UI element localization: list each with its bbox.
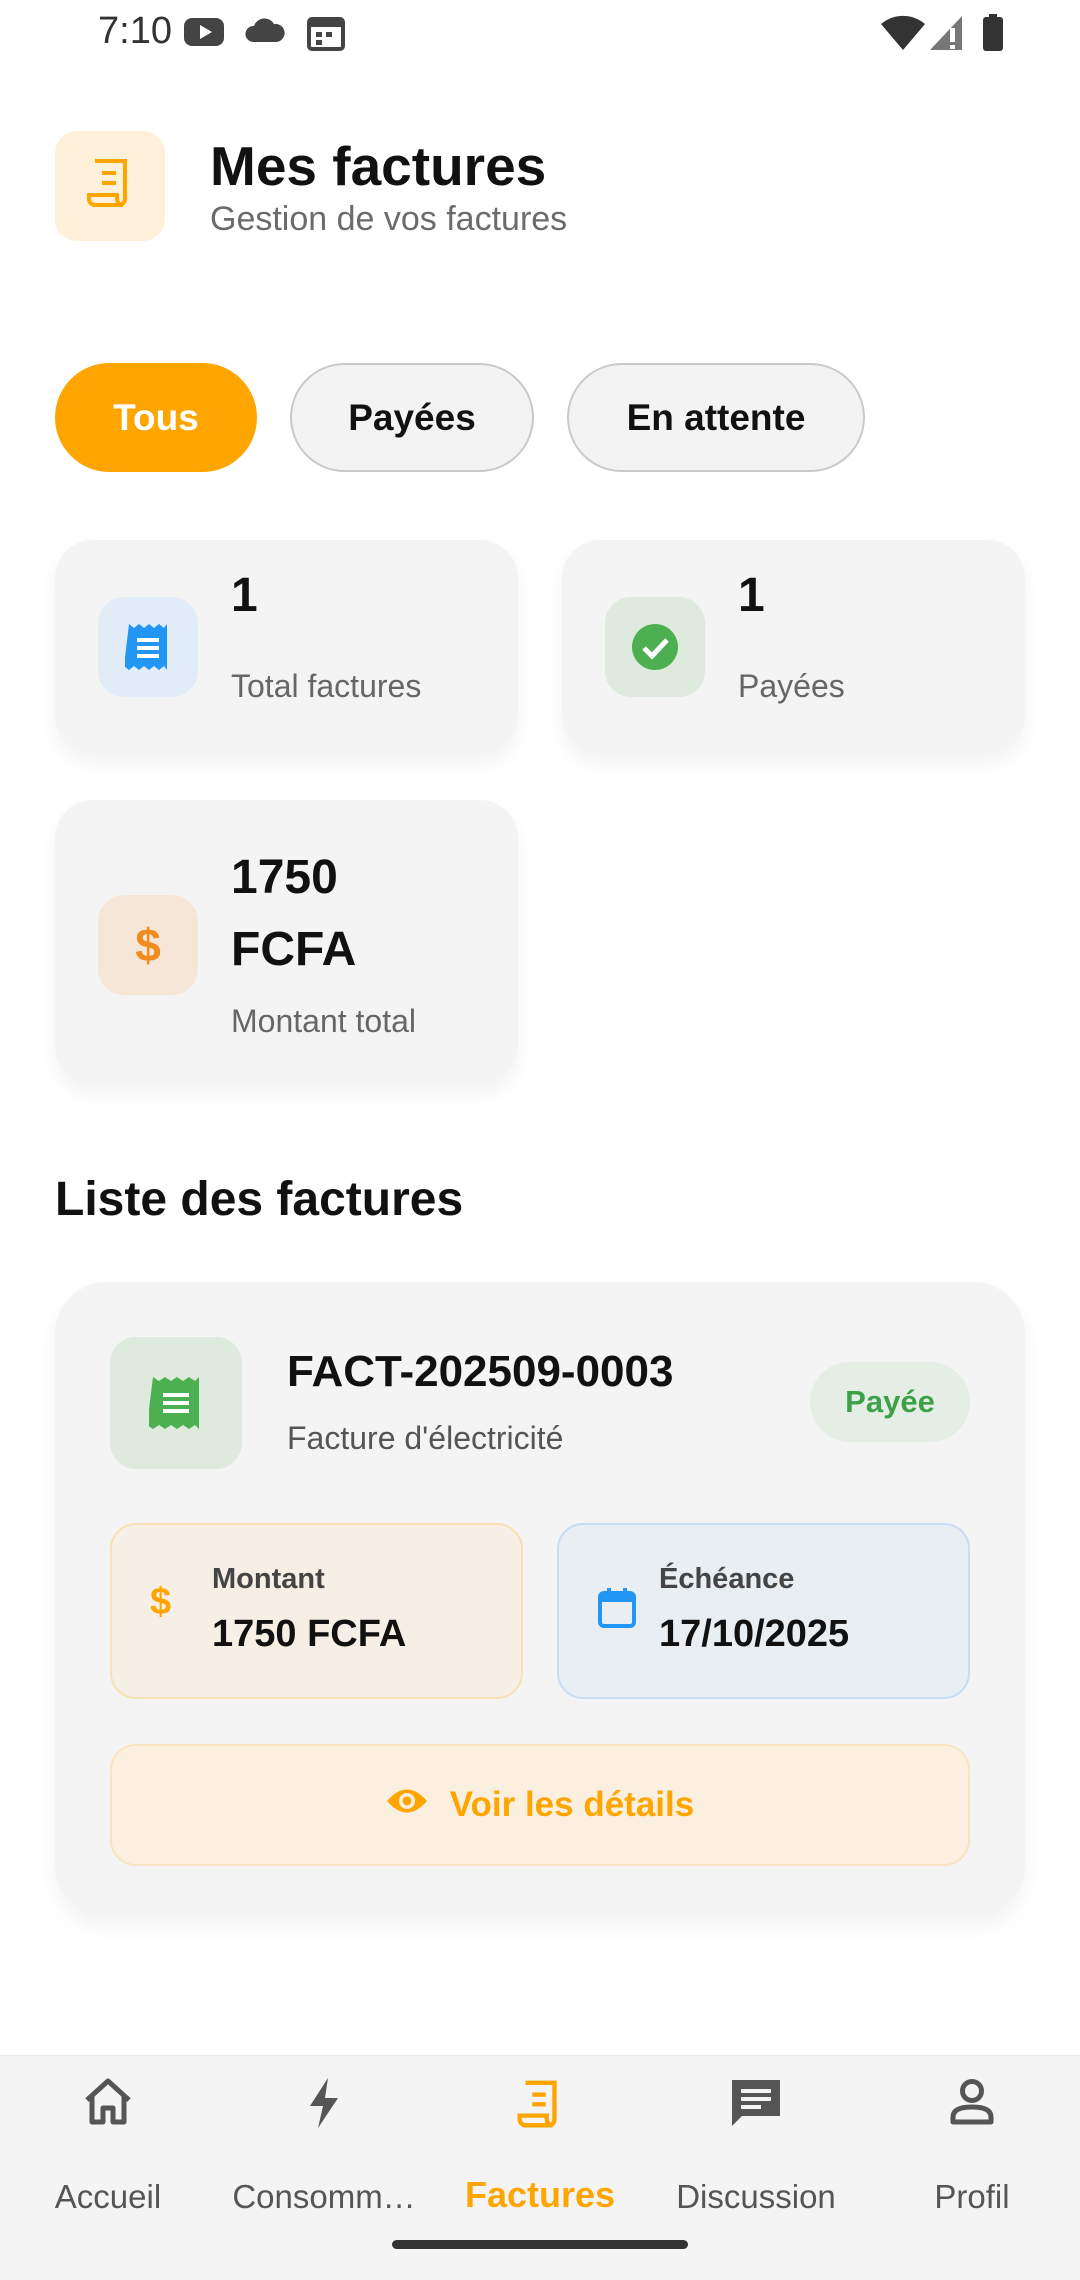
document-icon xyxy=(98,597,198,697)
due-date-label: Échéance xyxy=(659,1563,795,1595)
home-icon xyxy=(81,2076,135,2133)
nav-label-factures: Factures xyxy=(464,2174,616,2215)
gesture-bar[interactable] xyxy=(392,2240,688,2249)
nav-label-accueil: Accueil xyxy=(54,2178,162,2215)
nav-item-discussion[interactable]: Discussion xyxy=(648,2076,864,2226)
stat-amount-currency: FCFA xyxy=(231,923,357,976)
stat-paid-label: Payées xyxy=(738,668,845,704)
stat-card-total: 1 Total factures xyxy=(55,540,518,753)
chat-icon xyxy=(728,2076,784,2137)
nav-label-consommation: Consomm… xyxy=(232,2178,416,2215)
view-details-label: Voir les détails xyxy=(449,1785,695,1824)
dollar-icon: $ xyxy=(98,895,198,995)
nav-item-factures[interactable]: Factures xyxy=(432,2076,648,2226)
receipt-icon xyxy=(512,2076,568,2139)
due-date-box: Échéance 17/10/2025 xyxy=(557,1523,970,1699)
stat-amount-value: 1750 xyxy=(231,851,338,904)
nav-item-profil[interactable]: Profil xyxy=(864,2076,1080,2226)
nav-label-profil: Profil xyxy=(934,2178,1010,2215)
person-icon xyxy=(946,2076,998,2133)
stat-total-label: Total factures xyxy=(231,668,422,704)
calendar-icon xyxy=(597,1587,637,1634)
filter-chip-all[interactable]: Tous xyxy=(55,363,257,472)
page-title: Mes factures xyxy=(210,135,547,197)
signal-icon xyxy=(928,14,964,57)
filter-chip-paid[interactable]: Payées xyxy=(290,363,534,472)
receipt-icon xyxy=(81,155,139,218)
youtube-icon xyxy=(182,14,226,55)
stat-total-value: 1 xyxy=(231,569,258,622)
invoice-type: Facture d'électricité xyxy=(287,1420,564,1456)
amount-label: Montant xyxy=(212,1563,325,1595)
nav-item-consommation[interactable]: Consomm… xyxy=(216,2076,432,2226)
invoice-number: FACT-202509-0003 xyxy=(287,1347,674,1396)
invoice-card[interactable]: FACT-202509-0003 Facture d'électricité P… xyxy=(55,1282,1025,1917)
dollar-icon: $ xyxy=(150,1581,172,1623)
amount-box: $ Montant 1750 FCFA xyxy=(110,1523,523,1699)
stat-card-paid: 1 Payées xyxy=(562,540,1025,753)
invoice-receipt-icon xyxy=(110,1337,242,1469)
due-date-value: 17/10/2025 xyxy=(659,1613,850,1655)
nav-item-accueil[interactable]: Accueil xyxy=(0,2076,216,2226)
stat-paid-value: 1 xyxy=(738,569,765,622)
stat-amount-label: Montant total xyxy=(231,1003,416,1039)
eye-icon xyxy=(386,1785,428,1825)
filter-chip-pending[interactable]: En attente xyxy=(567,363,865,472)
battery-icon xyxy=(982,14,1004,57)
section-title: Liste des factures xyxy=(55,1173,464,1226)
status-time: 7:10 xyxy=(98,10,172,52)
status-bar: 7:10 xyxy=(0,0,1080,66)
amount-value: 1750 FCFA xyxy=(212,1613,407,1655)
calendar-status-icon xyxy=(306,14,346,57)
wifi-icon xyxy=(880,14,926,57)
cloud-icon xyxy=(243,14,287,55)
bolt-icon xyxy=(304,2076,344,2135)
invoice-logo xyxy=(55,131,165,241)
view-details-button[interactable]: Voir les détails xyxy=(110,1744,970,1866)
stat-card-amount: $ 1750 FCFA Montant total xyxy=(55,800,518,1084)
check-circle-icon xyxy=(605,597,705,697)
nav-label-discussion: Discussion xyxy=(676,2178,836,2215)
page-subtitle: Gestion de vos factures xyxy=(210,200,568,238)
status-badge: Payée xyxy=(810,1362,970,1442)
